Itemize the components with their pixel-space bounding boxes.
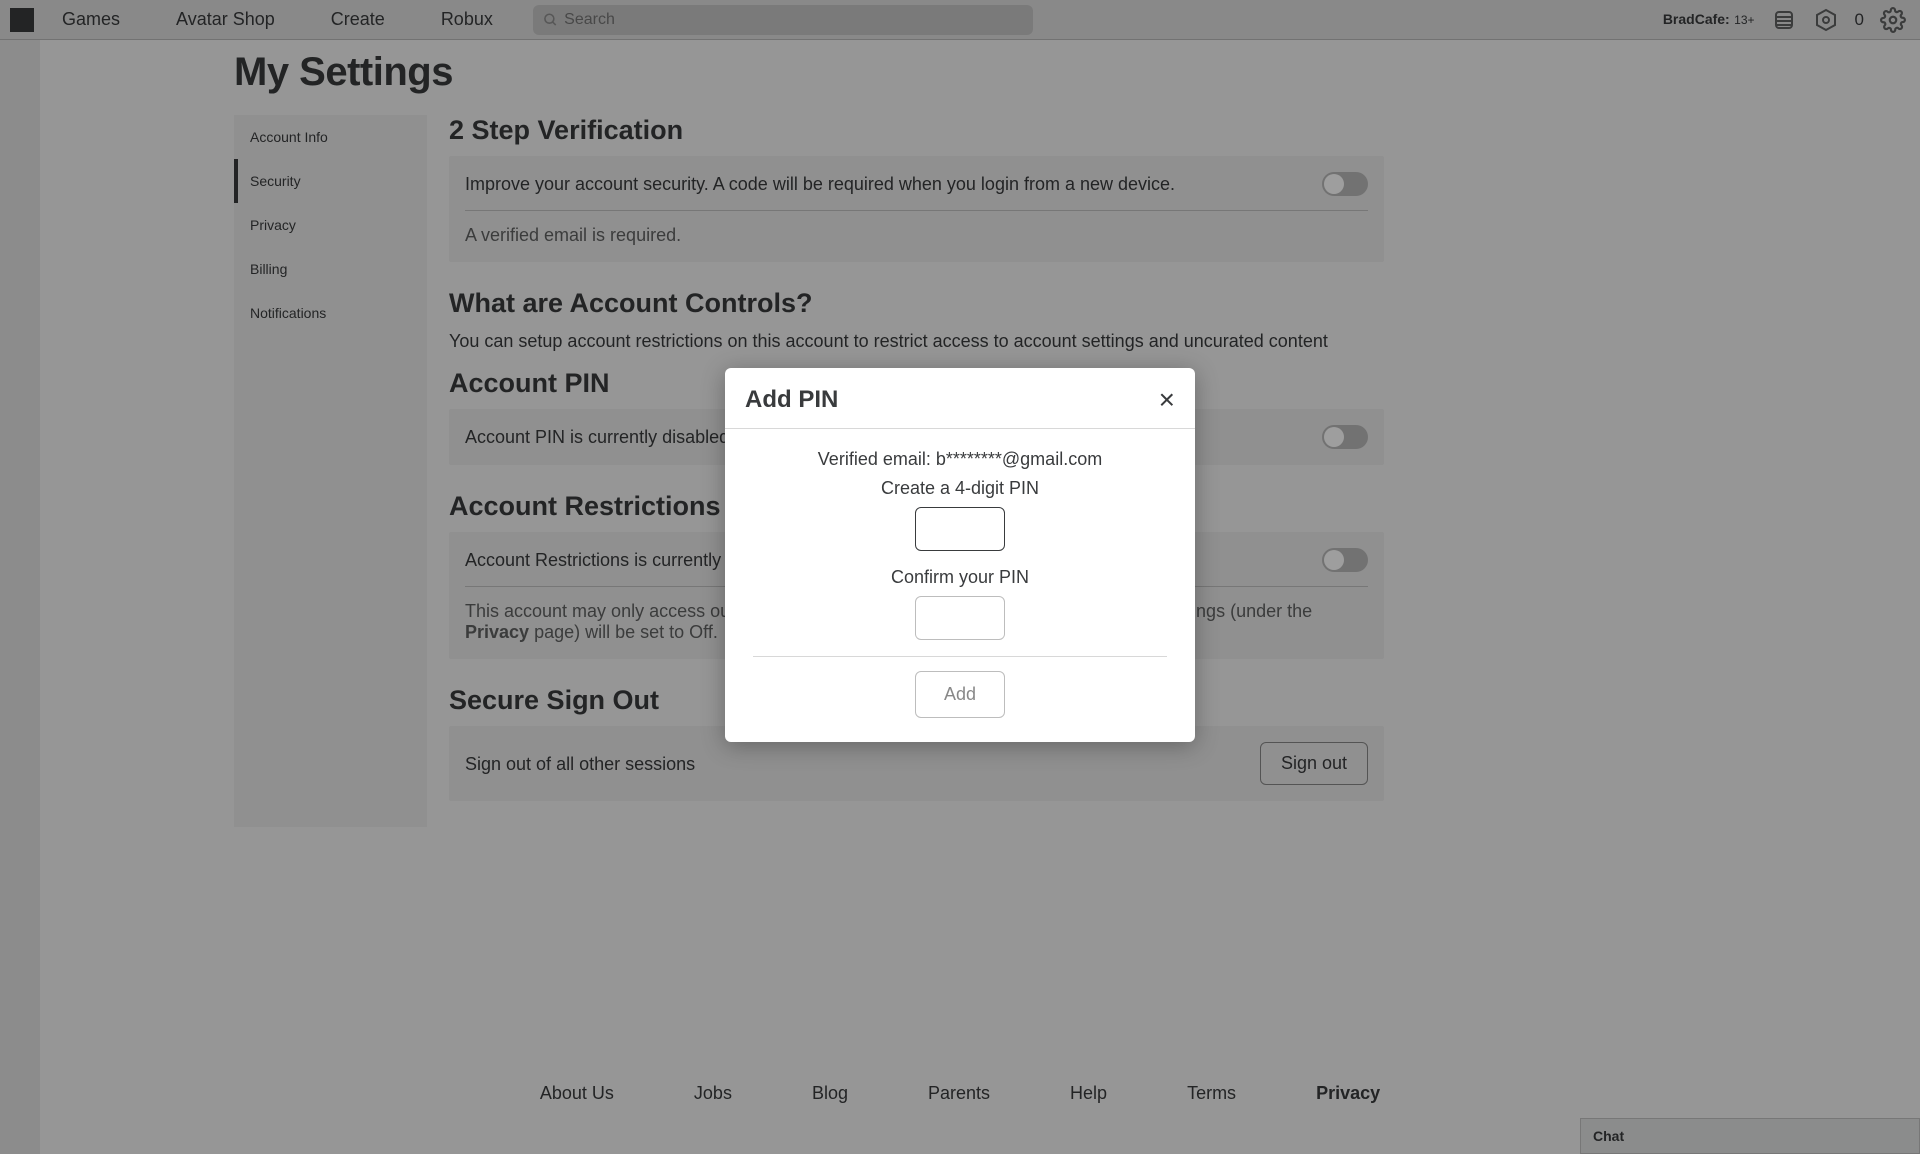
confirm-pin-label: Confirm your PIN	[753, 567, 1167, 588]
modal-title: Add PIN	[745, 386, 838, 414]
create-pin-label: Create a 4-digit PIN	[753, 478, 1167, 499]
modal-header: Add PIN ×	[725, 368, 1195, 429]
add-button[interactable]: Add	[915, 671, 1005, 718]
modal-body: Verified email: b********@gmail.com Crea…	[725, 429, 1195, 742]
create-pin-input[interactable]	[915, 507, 1005, 551]
close-icon[interactable]: ×	[1159, 386, 1175, 414]
add-pin-modal: Add PIN × Verified email: b********@gmai…	[725, 368, 1195, 742]
verified-email-text: Verified email: b********@gmail.com	[753, 449, 1167, 470]
confirm-pin-input[interactable]	[915, 596, 1005, 640]
